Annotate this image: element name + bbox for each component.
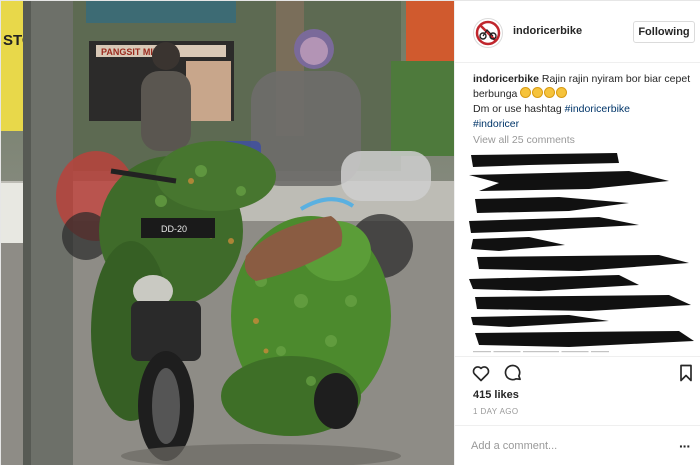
heart-icon[interactable] [471, 363, 491, 383]
post-actions [455, 356, 700, 386]
motorcycle-photo-illustration: PANGSIT MIE STO DD-20 [1, 1, 454, 465]
grinning-sweat-emoji-icon [520, 87, 568, 100]
instagram-post: PANGSIT MIE STO DD-20 indoricerbike Foll… [0, 0, 700, 465]
bookmark-icon[interactable] [676, 363, 696, 383]
hashtag-link[interactable]: #indoricerbike [565, 103, 630, 115]
license-plate-text: DD-20 [161, 224, 187, 234]
post-photo[interactable]: PANGSIT MIE STO DD-20 [1, 1, 454, 465]
likes-count[interactable]: 415 likes [473, 389, 519, 401]
post-timestamp[interactable]: 1 DAY AGO [473, 407, 519, 416]
no-bike-logo-icon[interactable] [473, 18, 503, 48]
add-comment-bar: ··· [455, 425, 700, 465]
more-options-icon[interactable]: ··· [679, 437, 695, 455]
comment-icon[interactable] [503, 363, 523, 383]
view-all-comments-link[interactable]: View all 25 comments [473, 134, 575, 146]
shop-sign-text: PANGSIT MIE [101, 47, 159, 57]
post-side-panel: indoricerbike Following indoricerbike Ra… [454, 1, 700, 465]
post-caption: indoricerbike Rajin rajin nyiram bor bia… [473, 72, 693, 132]
post-header: indoricerbike Following [455, 1, 700, 63]
following-button[interactable]: Following [633, 21, 695, 43]
cut-off-comment-line: —— ——— ———— ——— —— [473, 347, 610, 355]
caption-username[interactable]: indoricerbike [473, 73, 539, 85]
redacted-comments [469, 151, 697, 351]
hashtag-link[interactable]: #indoricer [473, 118, 519, 130]
caption-line2-prefix: Dm or use hashtag [473, 103, 565, 115]
header-username[interactable]: indoricerbike [513, 25, 582, 37]
add-comment-input[interactable] [471, 437, 661, 455]
redaction-scribble [469, 153, 694, 347]
